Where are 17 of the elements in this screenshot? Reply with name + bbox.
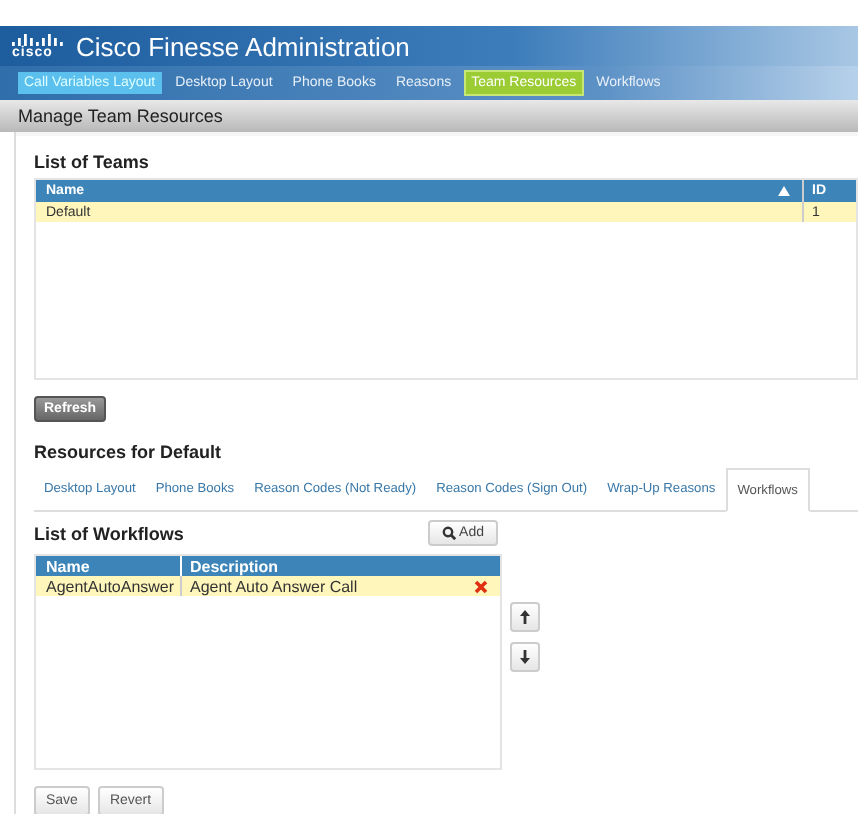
section-title: Resources for Default bbox=[34, 442, 224, 462]
column-header: Name bbox=[46, 557, 90, 575]
table-cell: AgentAutoAnswer bbox=[46, 577, 175, 595]
column-header: Description bbox=[190, 557, 279, 575]
move-up-button[interactable] bbox=[510, 602, 540, 632]
table-cell: Agent Auto Answer Call bbox=[190, 577, 358, 595]
arrow-down-icon bbox=[520, 650, 530, 664]
section-title: List of Teams bbox=[34, 152, 151, 172]
table-row[interactable]: AgentAutoAnswer Agent Auto Answer Call bbox=[36, 576, 500, 596]
app-title: Cisco Finesse Administration bbox=[76, 31, 410, 61]
page-title: Manage Team Resources bbox=[18, 106, 223, 126]
delete-icon[interactable] bbox=[474, 579, 488, 593]
move-down-button[interactable] bbox=[510, 642, 540, 672]
arrow-up-icon bbox=[520, 610, 530, 624]
logo-bars-icon bbox=[12, 32, 64, 46]
list-title: List of Workflows bbox=[34, 523, 184, 543]
search-icon bbox=[441, 526, 456, 540]
